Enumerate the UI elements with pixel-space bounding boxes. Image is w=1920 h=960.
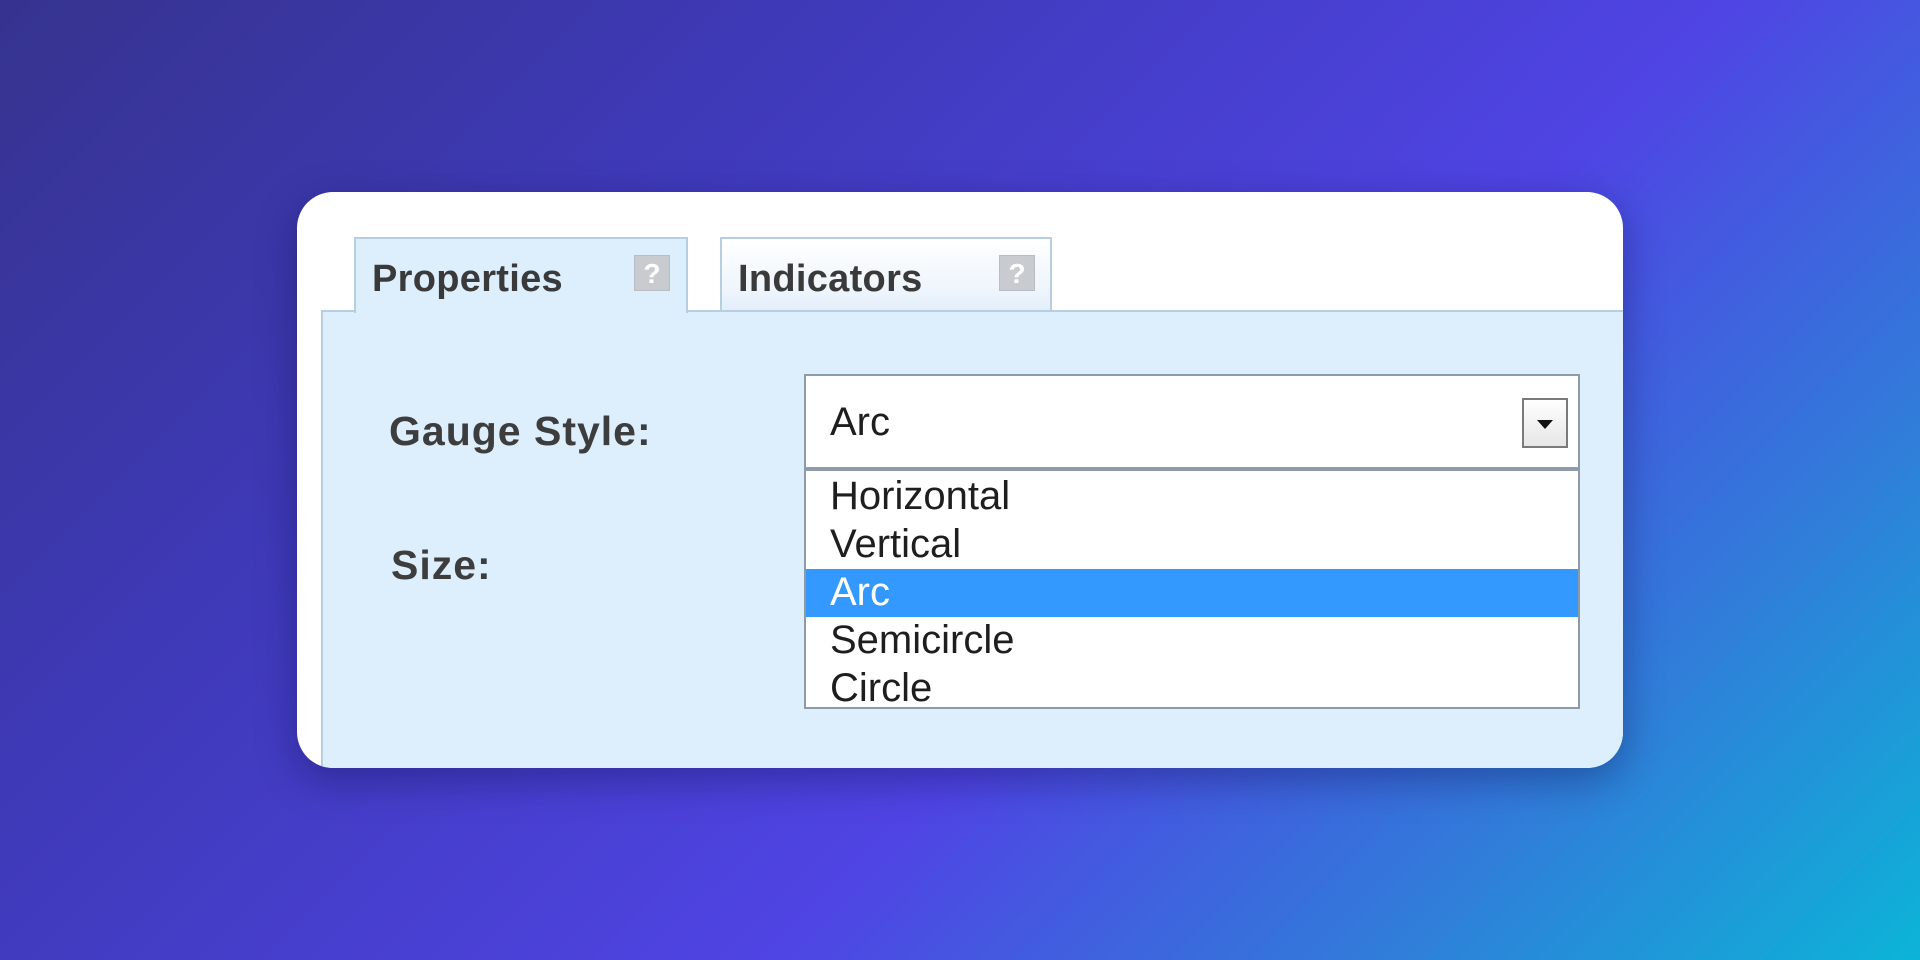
gauge-style-current-value: Arc xyxy=(830,400,890,444)
option-arc[interactable]: Arc xyxy=(806,569,1578,617)
help-icon[interactable]: ? xyxy=(634,255,670,291)
gauge-style-options-list: Horizontal Vertical Arc Semicircle Circl… xyxy=(804,469,1580,710)
size-label: Size: xyxy=(391,542,492,588)
option-circle[interactable]: Circle xyxy=(806,665,1578,713)
tab-properties-label: Properties xyxy=(372,258,563,300)
properties-dialog: Properties ? Indicators ? Gauge Style: S… xyxy=(297,192,1623,768)
gauge-style-label: Gauge Style: xyxy=(389,408,652,454)
option-vertical[interactable]: Vertical xyxy=(806,521,1578,569)
option-horizontal[interactable]: Horizontal xyxy=(806,473,1578,521)
tab-properties[interactable]: Properties ? xyxy=(354,237,688,313)
tab-indicators[interactable]: Indicators ? xyxy=(720,237,1052,311)
gauge-style-select[interactable]: Arc xyxy=(804,374,1580,469)
chevron-down-icon xyxy=(1537,420,1553,429)
tab-indicators-label: Indicators xyxy=(738,258,923,300)
dropdown-button[interactable] xyxy=(1522,398,1568,448)
option-semicircle[interactable]: Semicircle xyxy=(806,617,1578,665)
help-icon[interactable]: ? xyxy=(999,255,1035,291)
